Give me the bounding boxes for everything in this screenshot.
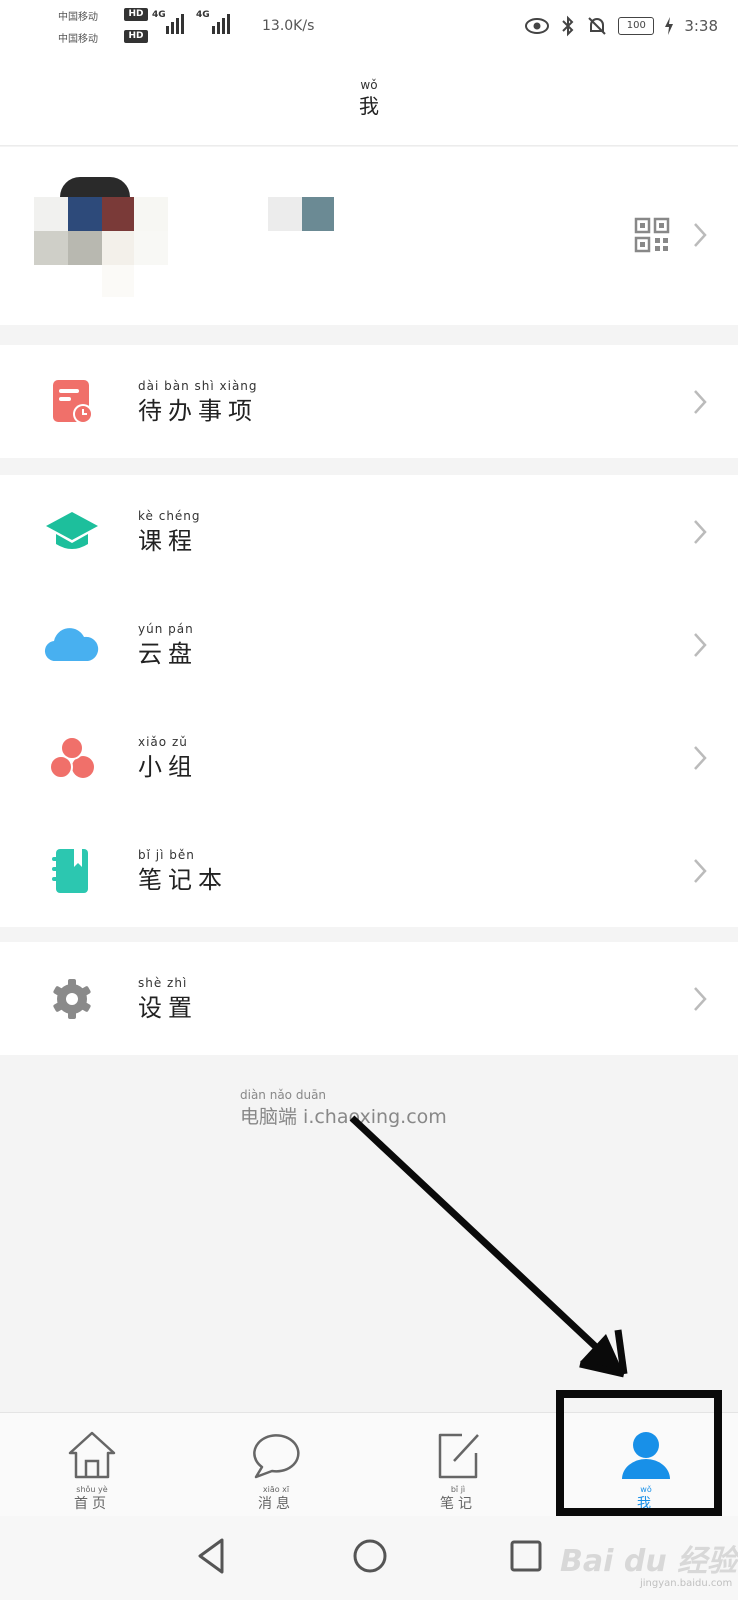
tab-home-label: 首页 <box>74 1496 110 1512</box>
menu-group-settings: shè zhì 设置 <box>0 942 738 1055</box>
bell-muted-icon <box>588 17 607 35</box>
baidu-watermark-url: jingyan.baidu.com <box>640 1578 733 1589</box>
battery-indicator: 100 <box>618 17 655 35</box>
tab-notes[interactable]: bǐ jì 笔记 <box>398 1413 518 1517</box>
chevron-right-icon <box>694 987 707 1011</box>
graduation-cap-icon <box>46 512 98 549</box>
home-circle-icon[interactable] <box>350 1536 390 1576</box>
chevron-right-icon <box>694 859 707 883</box>
signal-icon-2: 4G <box>196 10 236 34</box>
cloud-icon <box>44 628 99 662</box>
menu-item-group-label: 小组 <box>138 753 198 781</box>
network-type-1: 4G <box>152 10 166 20</box>
hd-badge-1: HD <box>124 8 148 21</box>
desktop-site-hint: diàn nǎo duān 电脑端 i.chaoxing.com <box>240 1088 447 1129</box>
menu-item-courses-label: 课程 <box>138 527 198 555</box>
home-icon <box>68 1431 116 1479</box>
menu-item-cloud[interactable]: yún pán 云盘 <box>0 588 738 701</box>
menu-group-todo: dài bàn shì xiàng 待办事项 <box>0 345 738 458</box>
desktop-site-pinyin: diàn nǎo duān <box>240 1088 327 1102</box>
menu-item-settings[interactable]: shè zhì 设置 <box>0 942 738 1055</box>
menu-item-notebook[interactable]: bǐ jì běn 笔记本 <box>0 814 738 927</box>
page-title: 我 <box>359 94 379 118</box>
bluetooth-icon <box>562 15 574 37</box>
chevron-right-icon <box>694 633 707 657</box>
notebook-icon <box>52 849 88 893</box>
baidu-watermark: Bai du 经验 <box>560 1544 738 1579</box>
recent-apps-icon[interactable] <box>508 1536 544 1576</box>
chevron-right-icon <box>694 520 707 544</box>
eye-icon <box>525 18 550 34</box>
chevron-right-icon <box>694 390 707 414</box>
gear-icon <box>53 979 91 1019</box>
network-speed: 13.0K/s <box>262 18 315 34</box>
tab-notes-label: 笔记 <box>440 1496 476 1512</box>
menu-item-settings-label: 设置 <box>138 994 198 1022</box>
menu-item-todo[interactable]: dài bàn shì xiàng 待办事项 <box>0 345 738 458</box>
chevron-right-icon <box>694 223 707 247</box>
carrier-label-1: 中国移动 <box>58 12 98 23</box>
edit-note-icon <box>438 1433 479 1479</box>
menu-group-main: kè chéng 课程 yún pán 云盘 xiǎo zǔ 小组 bǐ jì … <box>0 475 738 927</box>
group-circles-icon <box>49 736 94 779</box>
tab-messages-label: 消息 <box>258 1496 294 1512</box>
chevron-right-icon <box>694 746 707 770</box>
clock: 3:38 <box>684 17 718 35</box>
status-bar: 中国移动 中国移动 HD HD 4G 4G 13.0K/s 100 3:38 <box>0 0 738 50</box>
menu-item-group[interactable]: xiǎo zǔ 小组 <box>0 701 738 814</box>
chat-bubble-icon <box>253 1434 300 1479</box>
tab-home[interactable]: shǒu yè 首页 <box>32 1413 152 1517</box>
page-header: wǒ 我 <box>0 50 738 146</box>
status-icons: 100 3:38 <box>524 14 718 38</box>
carrier-label-2: 中国移动 <box>58 34 98 45</box>
desktop-site-url: 电脑端 i.chaoxing.com <box>240 1106 447 1128</box>
profile-card[interactable] <box>0 147 738 325</box>
blurred-avatar-and-name <box>34 177 334 297</box>
menu-item-courses[interactable]: kè chéng 课程 <box>0 475 738 588</box>
qr-code-icon[interactable] <box>634 217 670 253</box>
annotation-highlight-box <box>556 1390 722 1516</box>
network-type-2: 4G <box>196 10 210 20</box>
back-icon[interactable] <box>194 1536 228 1576</box>
charging-icon <box>665 17 674 35</box>
menu-item-notebook-label: 笔记本 <box>138 866 228 894</box>
menu-item-todo-label: 待办事项 <box>138 397 258 425</box>
tab-messages[interactable]: xiāo xī 消息 <box>216 1413 336 1517</box>
hd-badge-2: HD <box>124 30 148 43</box>
menu-item-cloud-label: 云盘 <box>138 640 198 668</box>
todo-document-clock-icon <box>53 380 93 424</box>
signal-icon-1: 4G <box>152 10 188 34</box>
